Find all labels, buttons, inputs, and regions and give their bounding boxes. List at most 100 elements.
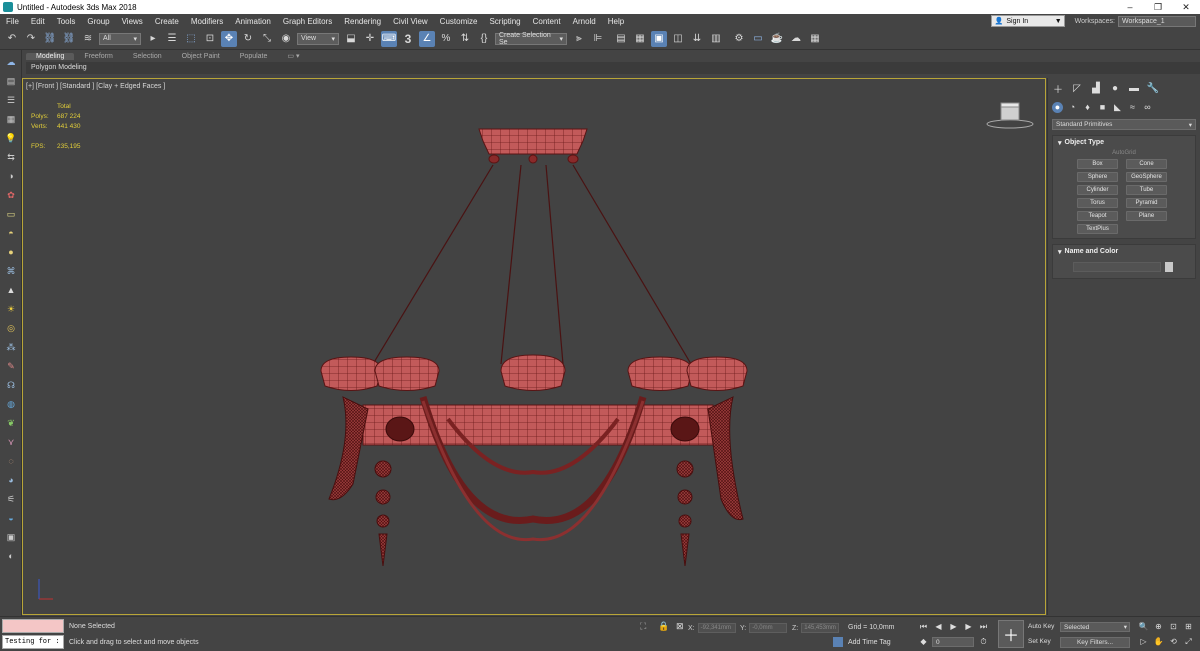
- set-keys-button[interactable]: ＋: [998, 620, 1024, 648]
- maxscript-listener[interactable]: Testing for :: [2, 619, 64, 650]
- object-color-swatch[interactable]: [1165, 262, 1173, 272]
- menu-tools[interactable]: Tools: [51, 17, 82, 26]
- cylinder-button[interactable]: Cylinder: [1077, 185, 1118, 195]
- tab-object-paint[interactable]: Object Paint: [172, 53, 230, 60]
- rectangle-icon[interactable]: ▭: [4, 207, 18, 221]
- menu-rendering[interactable]: Rendering: [338, 17, 387, 26]
- autogrid-checkbox[interactable]: AutoGrid: [1053, 150, 1195, 156]
- helpers-icon[interactable]: ◣: [1112, 102, 1123, 113]
- x-field[interactable]: -92,341mm: [697, 623, 736, 633]
- field-of-view-icon[interactable]: ▷: [1138, 636, 1149, 647]
- link-icon[interactable]: ⛓: [42, 31, 58, 47]
- percent-snap-icon[interactable]: %: [438, 31, 454, 47]
- named-selection-dropdown[interactable]: Create Selection Se ▾: [495, 32, 567, 46]
- go-to-end-icon[interactable]: ⏭: [978, 621, 989, 632]
- geosphere-button[interactable]: GeoSphere: [1126, 172, 1167, 182]
- menu-animation[interactable]: Animation: [229, 17, 277, 26]
- menu-views[interactable]: Views: [116, 17, 149, 26]
- spinner-snap-icon[interactable]: ⇅: [457, 31, 473, 47]
- geometry-icon[interactable]: ●: [1052, 101, 1063, 113]
- textplus-button[interactable]: TextPlus: [1077, 224, 1118, 234]
- tube-button[interactable]: Tube: [1126, 185, 1167, 195]
- render-sphere-icon[interactable]: ◒: [4, 511, 18, 525]
- create-icon[interactable]: ☁: [4, 55, 18, 69]
- a360-gallery-icon[interactable]: ▦: [807, 31, 823, 47]
- maxscript-input[interactable]: Testing for :: [2, 635, 64, 649]
- select-and-scale-icon[interactable]: ⤡: [259, 31, 275, 47]
- render-setup-icon[interactable]: ⚙: [731, 31, 747, 47]
- previous-frame-icon[interactable]: ◀: [933, 621, 944, 632]
- key-filters-button[interactable]: Key Filters...: [1060, 637, 1130, 648]
- toggle-layer-explorer-icon[interactable]: ▦: [632, 31, 648, 47]
- table-icon[interactable]: ▦: [4, 112, 18, 126]
- motion-tab-icon[interactable]: ●: [1108, 82, 1122, 95]
- cone-icon[interactable]: ▲: [4, 283, 18, 297]
- unlink-icon[interactable]: ⛓: [61, 31, 77, 47]
- redo-icon[interactable]: ↷: [23, 31, 39, 47]
- place-icon[interactable]: ◉: [278, 31, 294, 47]
- minimize-button[interactable]: –: [1116, 0, 1144, 14]
- align-icon[interactable]: ⊫: [590, 31, 606, 47]
- selection-filter-dropdown[interactable]: All ▾: [99, 32, 141, 45]
- key-selection-dropdown[interactable]: Selected ▾: [1060, 622, 1130, 632]
- orbit-icon[interactable]: ⟲: [1168, 636, 1179, 647]
- workspace-select[interactable]: Workspace_1: [1118, 15, 1196, 27]
- swirl-icon[interactable]: ◌: [4, 454, 18, 468]
- zoom-extents-all-icon[interactable]: ⊞: [1183, 621, 1194, 632]
- menu-group[interactable]: Group: [81, 17, 115, 26]
- keyboard-shortcut-override-icon[interactable]: ⌨: [381, 30, 397, 47]
- display-tab-icon[interactable]: ▬: [1127, 82, 1141, 95]
- toggle-scene-explorer-icon[interactable]: ▤: [613, 31, 629, 47]
- menu-create[interactable]: Create: [149, 17, 185, 26]
- close-button[interactable]: ✕: [1172, 0, 1200, 14]
- z-field[interactable]: 145,453mm: [801, 623, 840, 633]
- primitive-category-dropdown[interactable]: Standard Primitives ▾: [1052, 119, 1196, 130]
- tab-populate[interactable]: Populate: [230, 53, 278, 60]
- angle-snap-icon[interactable]: ∠: [419, 30, 435, 47]
- reference-coordinate-dropdown[interactable]: View ▾: [297, 32, 339, 45]
- pan-icon[interactable]: ✋: [1153, 636, 1164, 647]
- object-name-field[interactable]: [1073, 262, 1161, 272]
- ribbon-options-icon[interactable]: ▭ ▾: [277, 52, 309, 60]
- cameras-icon[interactable]: ■: [1097, 102, 1108, 113]
- sphere-button[interactable]: Sphere: [1077, 172, 1118, 182]
- cone-button[interactable]: Cone: [1126, 159, 1167, 169]
- select-by-name-icon[interactable]: ☰: [164, 31, 180, 47]
- sign-in-dropdown[interactable]: 👤 Sign In ▼: [990, 15, 1065, 27]
- tab-selection[interactable]: Selection: [123, 53, 172, 60]
- material-editor-icon[interactable]: ▥: [708, 31, 724, 47]
- modify-tab-icon[interactable]: ◸: [1070, 82, 1084, 95]
- viewport-front[interactable]: [+] [Front ] [Standard ] [Clay + Edged F…: [22, 78, 1046, 615]
- light-bulb-icon[interactable]: 💡: [4, 131, 18, 145]
- lights-icon[interactable]: ♦: [1082, 102, 1093, 113]
- select-manipulate-icon[interactable]: ✛: [362, 31, 378, 47]
- hemisphere-icon[interactable]: ◓: [4, 226, 18, 240]
- menu-graph-editors[interactable]: Graph Editors: [277, 17, 338, 26]
- menu-content[interactable]: Content: [527, 17, 567, 26]
- pivot-center-icon[interactable]: ⬓: [343, 31, 359, 47]
- particles-icon[interactable]: ✿: [4, 188, 18, 202]
- key-mode-icon[interactable]: ◆: [918, 636, 929, 647]
- menu-modifiers[interactable]: Modifiers: [185, 17, 229, 26]
- hierarchy-tab-icon[interactable]: ▟: [1089, 82, 1103, 95]
- object-type-header[interactable]: ▾ Object Type: [1053, 136, 1195, 149]
- time-tag-icon[interactable]: [833, 637, 843, 647]
- set-key-button[interactable]: Set Key: [1028, 638, 1051, 645]
- toggle-ribbon-icon[interactable]: ▣: [651, 30, 667, 47]
- leaf-icon[interactable]: ❦: [4, 416, 18, 430]
- chandelier-model[interactable]: [23, 79, 1047, 616]
- menu-help[interactable]: Help: [602, 17, 630, 26]
- next-frame-icon[interactable]: ▶: [963, 621, 974, 632]
- zoom-extents-icon[interactable]: ⊡: [1168, 621, 1179, 632]
- torus-icon[interactable]: ◎: [4, 321, 18, 335]
- sphere-icon[interactable]: ●: [4, 245, 18, 259]
- menu-scripting[interactable]: Scripting: [483, 17, 526, 26]
- current-frame-field[interactable]: 0: [932, 637, 974, 647]
- lock-selection-icon[interactable]: 🔒: [658, 621, 669, 632]
- snaps-toggle-icon[interactable]: 3: [400, 31, 416, 47]
- edit-named-selection-icon[interactable]: {}: [476, 31, 492, 47]
- dots-icon[interactable]: ⁂: [4, 340, 18, 354]
- render-in-cloud-icon[interactable]: ☁: [788, 31, 804, 47]
- sun-icon[interactable]: ☀: [4, 302, 18, 316]
- rectangular-selection-icon[interactable]: ⬚: [183, 31, 199, 47]
